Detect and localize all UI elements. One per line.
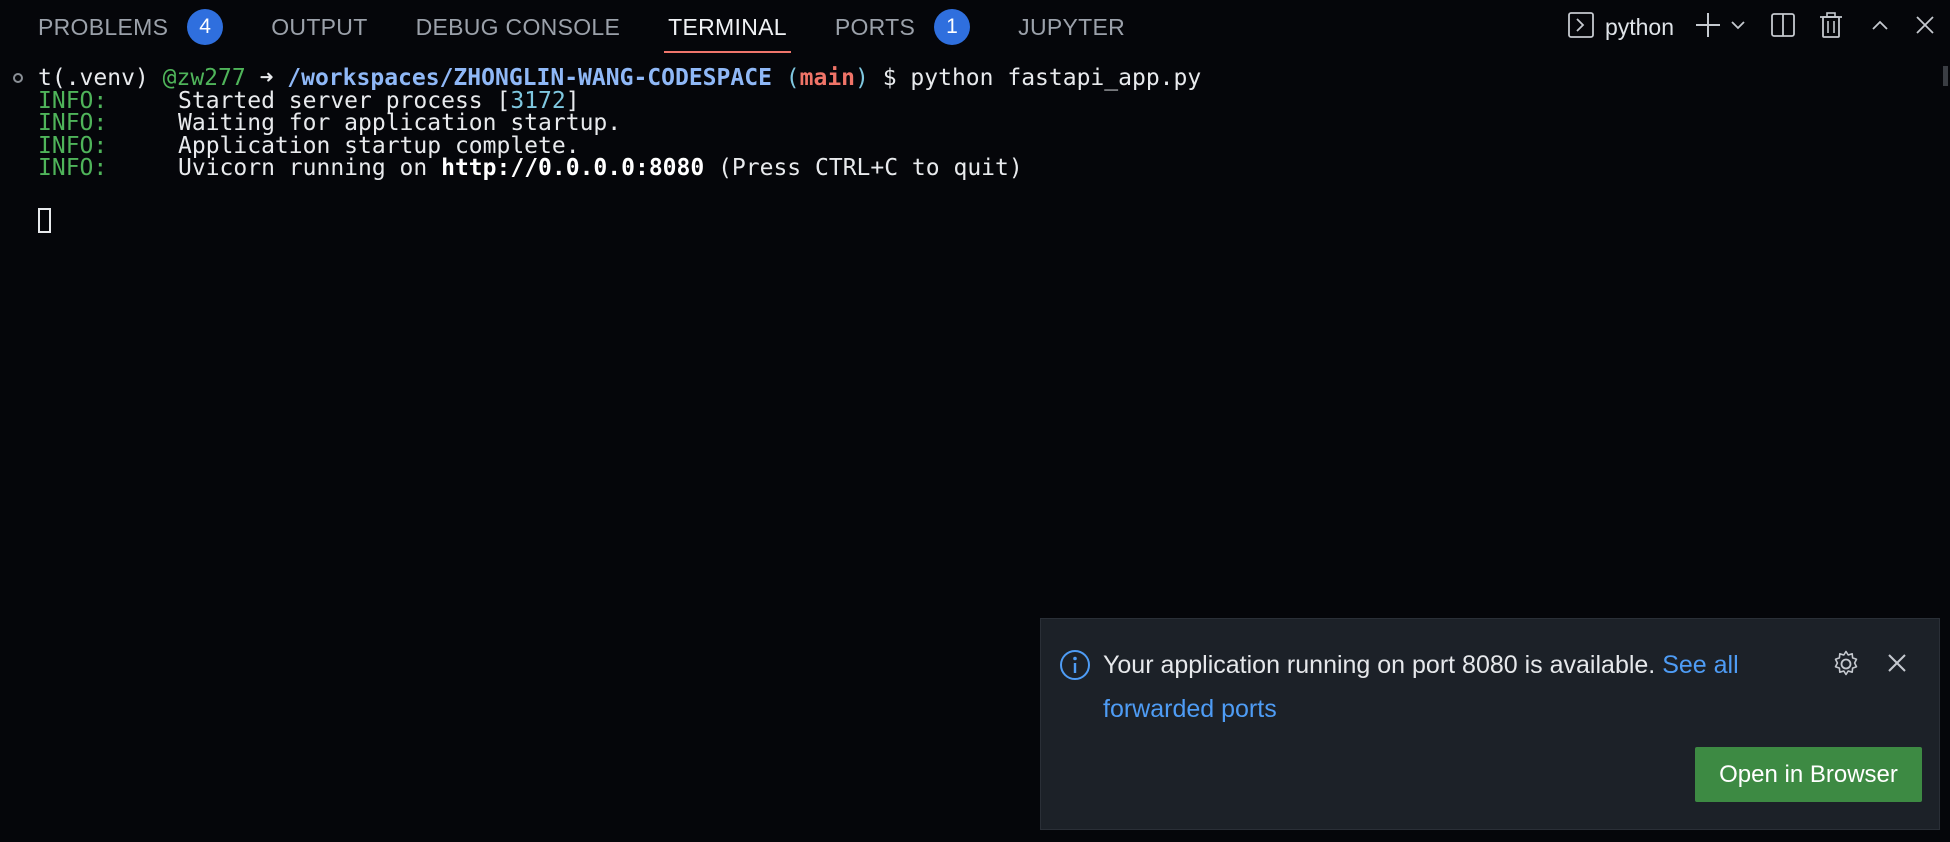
terminal-launch-profile-button[interactable] (1730, 7, 1746, 47)
problems-count-badge: 4 (187, 9, 224, 45)
tab-jupyter[interactable]: JUPYTER (1018, 0, 1125, 54)
terminal-selector[interactable]: python (1567, 7, 1674, 47)
panel-tabs: PROBLEMS 4 OUTPUT DEBUG CONSOLE TERMINAL… (0, 0, 1173, 54)
new-terminal-button[interactable] (1694, 7, 1722, 47)
tab-label: OUTPUT (271, 13, 368, 40)
split-terminal-button[interactable] (1770, 7, 1796, 47)
notification-text: Your application running on port 8080 is… (1103, 651, 1663, 679)
panel-actions: python (1567, 0, 1950, 54)
log-level: INFO: (38, 155, 108, 181)
prompt-branch-open: ( (771, 65, 800, 91)
chevron-down-icon (1730, 17, 1746, 38)
notification-message: Your application running on port 8080 is… (1103, 643, 1843, 731)
command-decoration-icon[interactable] (13, 73, 23, 83)
gear-icon[interactable] (1831, 649, 1861, 684)
log-text: Uvicorn running on (178, 155, 442, 181)
tab-label: PORTS (834, 13, 916, 40)
terminal-name: python (1604, 13, 1674, 40)
tab-label: PROBLEMS (38, 13, 169, 40)
tab-debug-console[interactable]: DEBUG CONSOLE (416, 0, 621, 54)
tab-terminal[interactable]: TERMINAL (664, 0, 791, 54)
prompt-branch: main (799, 65, 856, 91)
server-url-link[interactable]: http://0.0.0.0:8080 (441, 155, 704, 181)
kill-terminal-button[interactable] (1818, 7, 1844, 47)
tab-label: TERMINAL (668, 13, 787, 40)
close-icon[interactable] (1885, 651, 1909, 680)
port-forward-notification: Your application running on port 8080 is… (1040, 618, 1940, 830)
tab-ports[interactable]: PORTS 1 (834, 0, 971, 54)
ports-count-badge: 1 (934, 9, 971, 45)
terminal-panel: PROBLEMS 4 OUTPUT DEBUG CONSOLE TERMINAL… (0, 0, 1950, 842)
trash-icon (1818, 11, 1844, 44)
panel-tabbar: PROBLEMS 4 OUTPUT DEBUG CONSOLE TERMINAL… (0, 0, 1950, 54)
tab-output[interactable]: OUTPUT (271, 0, 367, 54)
maximize-panel-button[interactable] (1870, 7, 1890, 47)
close-icon (1914, 14, 1936, 41)
prompt-branch-close: ) (855, 65, 869, 91)
chevron-up-icon (1870, 15, 1890, 40)
info-icon (1059, 649, 1091, 686)
prompt-command: $ python fastapi_app.py (868, 65, 1202, 91)
terminal-cursor (38, 208, 51, 233)
tab-problems[interactable]: PROBLEMS 4 (38, 0, 224, 54)
log-text-after: (Press CTRL+C to quit) (704, 155, 1023, 181)
tab-label: JUPYTER (1018, 13, 1126, 40)
terminal-icon (1567, 11, 1595, 44)
plus-icon (1694, 11, 1722, 44)
open-in-browser-button[interactable]: Open in Browser (1695, 747, 1922, 802)
terminal-scrollbar[interactable] (1942, 62, 1950, 842)
close-panel-button[interactable] (1914, 7, 1936, 47)
log-line: INFO: Uvicorn running on http://0.0.0.0:8… (38, 154, 1023, 182)
tab-label: DEBUG CONSOLE (415, 13, 621, 40)
split-icon (1770, 12, 1796, 43)
scrollbar-thumb[interactable] (1943, 66, 1948, 86)
